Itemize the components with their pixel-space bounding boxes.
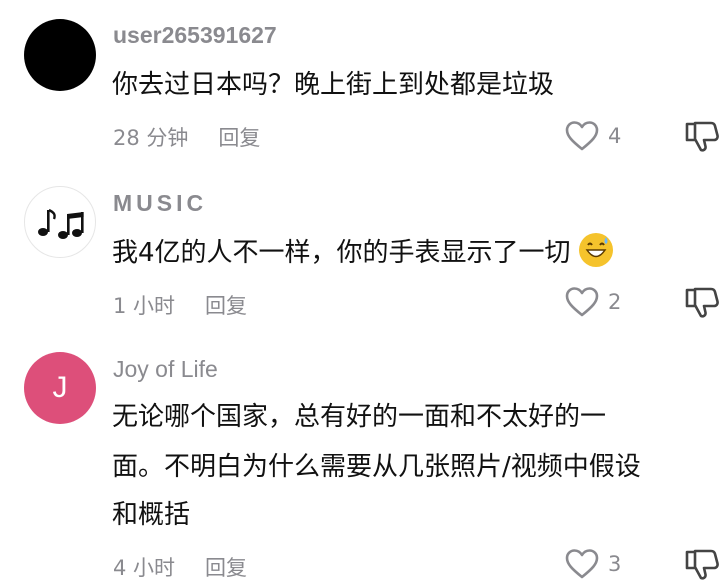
comment-item: J Joy of Life 无论哪个国家，总有好的一面和不太好的一 面。不明白为… bbox=[0, 350, 726, 580]
heart-icon bbox=[565, 287, 599, 317]
comment-text: 无论哪个国家，总有好的一面和不太好的一 面。不明白为什么需要从几张照片/视频中假… bbox=[112, 394, 724, 538]
comment-item: user265391627 你去过日本吗？晚上街上到处都是垃圾 28 分钟 回复 … bbox=[0, 0, 726, 180]
music-note-icon bbox=[38, 208, 84, 239]
avatar-letter: J bbox=[52, 371, 68, 404]
thumbs-down-icon bbox=[685, 549, 719, 580]
thumbs-down-icon bbox=[685, 287, 719, 318]
comment-text: 你去过日本吗？晚上街上到处都是垃圾 bbox=[112, 70, 555, 100]
dislike-button[interactable] bbox=[683, 546, 721, 586]
like-button[interactable]: 2 bbox=[565, 286, 621, 318]
reply-button[interactable]: 回复 bbox=[205, 294, 247, 318]
like-count: 3 bbox=[608, 552, 622, 576]
dislike-button[interactable] bbox=[683, 284, 721, 324]
comment-meta: 28 分钟 回复 bbox=[113, 122, 260, 152]
comment-text-content: 我4亿的人不一样，你的手表显示了一切 bbox=[112, 238, 571, 268]
username[interactable]: MUSIC bbox=[113, 190, 207, 217]
timestamp: 1 小时 bbox=[113, 294, 176, 318]
dislike-button[interactable] bbox=[683, 118, 721, 158]
avatar[interactable] bbox=[24, 19, 96, 91]
heart-icon bbox=[565, 121, 599, 151]
comment-text-line: 面。不明白为什么需要从几张照片/视频中假设 bbox=[112, 452, 641, 482]
comment-item: MUSIC 我4亿的人不一样，你的手表显示了一切 1 小时 回复 2 bbox=[0, 180, 726, 350]
comment-meta: 1 小时 回复 bbox=[113, 290, 247, 320]
comment-text-line: 和概括 bbox=[112, 500, 191, 530]
comment-text: 我4亿的人不一样，你的手表显示了一切 bbox=[112, 230, 724, 276]
heart-icon bbox=[565, 549, 599, 579]
timestamp: 28 分钟 bbox=[113, 126, 189, 150]
timestamp: 4 小时 bbox=[113, 556, 176, 580]
like-button[interactable]: 4 bbox=[565, 120, 621, 152]
reply-button[interactable]: 回复 bbox=[218, 126, 260, 150]
like-button[interactable]: 3 bbox=[565, 548, 621, 580]
comment-text-line: 无论哪个国家，总有好的一面和不太好的一 bbox=[112, 402, 607, 432]
reply-button[interactable]: 回复 bbox=[205, 556, 247, 580]
grinning-sweat-emoji-icon bbox=[578, 233, 613, 267]
username[interactable]: Joy of Life bbox=[113, 356, 218, 383]
like-count: 4 bbox=[608, 124, 622, 148]
thumbs-down-icon bbox=[685, 121, 719, 152]
like-count: 2 bbox=[608, 290, 622, 314]
comment-meta: 4 小时 回复 bbox=[113, 552, 247, 582]
avatar[interactable]: J bbox=[24, 352, 96, 424]
avatar[interactable] bbox=[24, 186, 96, 258]
username[interactable]: user265391627 bbox=[113, 22, 277, 49]
